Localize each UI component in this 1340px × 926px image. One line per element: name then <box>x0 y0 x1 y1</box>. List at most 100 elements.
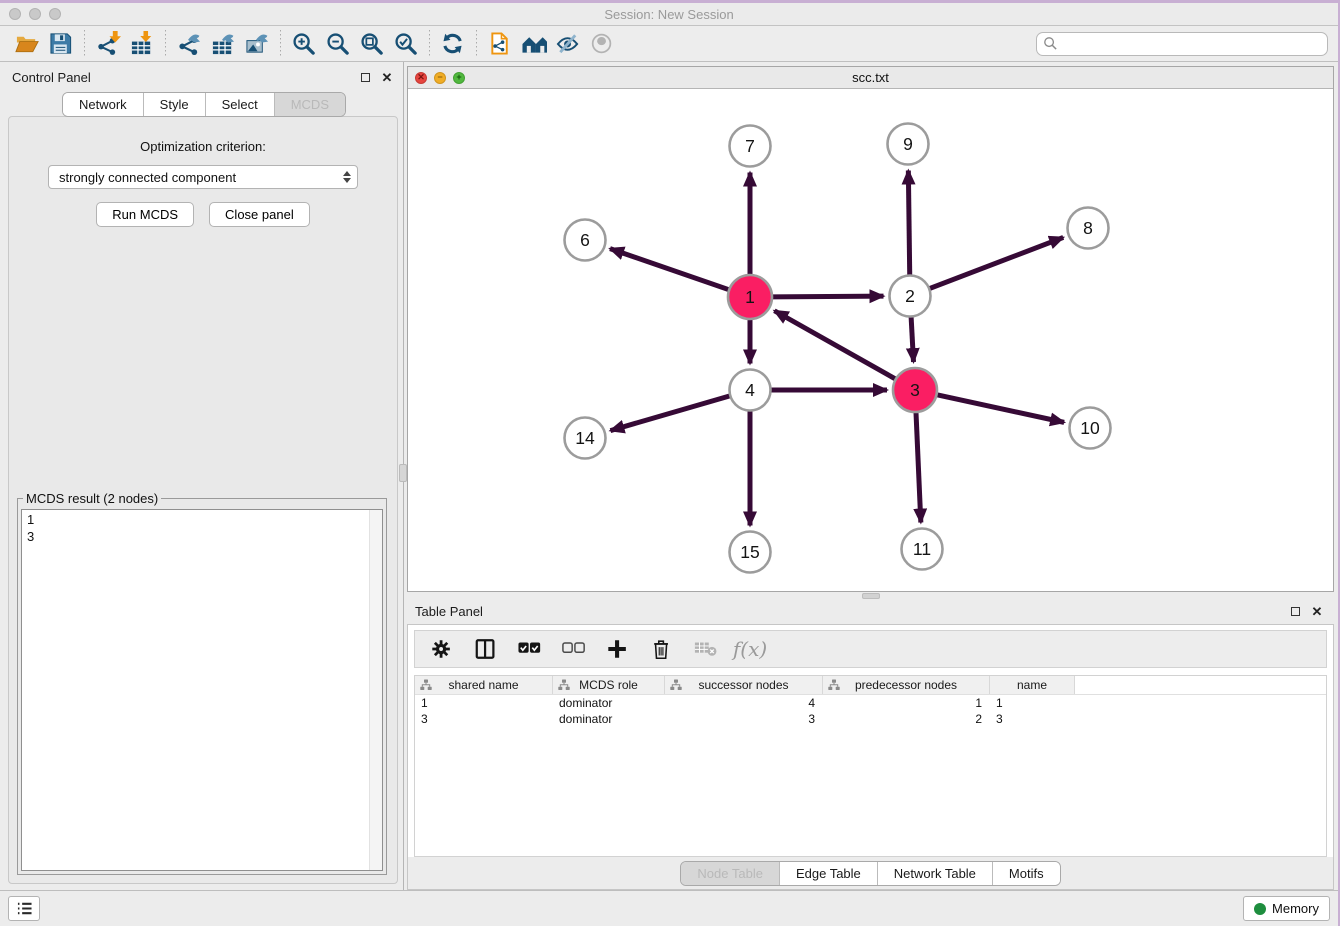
apply-layout-refresh-button[interactable] <box>436 29 470 59</box>
zoom-in-icon <box>292 31 317 56</box>
tab-mcds[interactable]: MCDS <box>274 93 345 116</box>
edge-2-9[interactable] <box>908 170 909 275</box>
open-session-folder-button[interactable] <box>10 29 44 59</box>
status-bar: Memory <box>0 890 1338 926</box>
tab-edge-table[interactable]: Edge Table <box>779 862 877 885</box>
window-zoom-button[interactable] <box>49 8 61 20</box>
edge-2-8[interactable] <box>929 237 1063 288</box>
window-close-button[interactable] <box>9 8 21 20</box>
zoom-fit-button[interactable] <box>355 29 389 59</box>
home-button[interactable] <box>517 29 551 59</box>
mcds-result-line: 1 <box>27 511 377 528</box>
network-document-button[interactable] <box>483 29 517 59</box>
import-table-button[interactable] <box>125 29 159 59</box>
graph-node-1[interactable]: 1 <box>728 275 772 319</box>
run-mcds-button[interactable]: Run MCDS <box>96 202 194 227</box>
column-header-MCDS-role[interactable]: MCDS role <box>553 676 665 694</box>
split-table-columns-button[interactable] <box>469 633 503 665</box>
criterion-dropdown[interactable]: strongly connected component <box>48 165 358 189</box>
table-panel-float-button[interactable] <box>1288 604 1302 618</box>
result-scrollbar[interactable] <box>369 510 382 870</box>
edge-2-3[interactable] <box>911 316 913 362</box>
table-cell[interactable]: 3 <box>415 711 553 727</box>
edge-1-2[interactable] <box>772 296 884 297</box>
import-table-icon <box>130 31 155 56</box>
mcds-result-textarea[interactable]: 13 <box>21 509 383 871</box>
network-canvas[interactable]: 7 9 6 8 1 2 4 3 14 10 15 11 <box>408 89 1333 591</box>
function-builder-button[interactable]: f(x) <box>733 633 767 665</box>
column-attribute-icon <box>670 679 682 691</box>
table-cell[interactable]: 4 <box>665 695 823 711</box>
tab-motifs[interactable]: Motifs <box>992 862 1060 885</box>
table-settings-gear-button[interactable] <box>425 633 459 665</box>
memory-button[interactable]: Memory <box>1243 896 1330 921</box>
graph-node-9[interactable]: 9 <box>888 124 929 165</box>
edge-3-10[interactable] <box>936 395 1064 423</box>
window-minimize-button[interactable] <box>29 8 41 20</box>
panel-splitter-handle[interactable] <box>399 464 407 482</box>
edge-3-1[interactable] <box>774 311 895 379</box>
horizontal-splitter[interactable] <box>407 592 1334 600</box>
column-header-predecessor-nodes[interactable]: predecessor nodes <box>823 676 990 694</box>
table-cell[interactable]: dominator <box>553 695 665 711</box>
export-image-button[interactable] <box>240 29 274 59</box>
table-cell[interactable]: 1 <box>415 695 553 711</box>
tab-style[interactable]: Style <box>143 93 205 116</box>
table-cell[interactable]: 1 <box>990 695 1075 711</box>
tab-network-table[interactable]: Network Table <box>877 862 992 885</box>
import-network-button[interactable] <box>91 29 125 59</box>
visibility-button[interactable] <box>585 29 619 59</box>
open-session-folder-icon <box>15 31 40 56</box>
export-network-button[interactable] <box>172 29 206 59</box>
table-cell[interactable]: 3 <box>665 711 823 727</box>
table-cell[interactable]: dominator <box>553 711 665 727</box>
export-table-button[interactable] <box>206 29 240 59</box>
table-panel-close-button[interactable]: ✕ <box>1310 604 1324 618</box>
add-column-button[interactable] <box>601 633 635 665</box>
graph-node-11[interactable]: 11 <box>902 529 943 570</box>
tab-network[interactable]: Network <box>63 93 143 116</box>
graph-node-15[interactable]: 15 <box>730 532 771 573</box>
control-panel-float-button[interactable] <box>358 70 372 84</box>
zoom-out-button[interactable] <box>321 29 355 59</box>
graph-node-7[interactable]: 7 <box>730 126 771 167</box>
table-cell[interactable]: 3 <box>990 711 1075 727</box>
zoom-in-button[interactable] <box>287 29 321 59</box>
table-row[interactable]: 3dominator323 <box>415 711 1326 727</box>
table-cell[interactable]: 1 <box>823 695 990 711</box>
zoom-selected-button[interactable] <box>389 29 423 59</box>
hide-visibility-button[interactable] <box>551 29 585 59</box>
task-history-button[interactable] <box>8 896 40 921</box>
list-icon <box>15 901 34 916</box>
select-all-checkboxes-button[interactable] <box>513 633 547 665</box>
delete-column-button[interactable] <box>645 633 679 665</box>
save-session-button[interactable] <box>44 29 78 59</box>
close-panel-button[interactable]: Close panel <box>209 202 310 227</box>
tab-select[interactable]: Select <box>205 93 274 116</box>
graph-node-10[interactable]: 10 <box>1070 408 1111 449</box>
tab-node-table[interactable]: Node Table <box>681 862 779 885</box>
column-header-shared-name[interactable]: shared name <box>415 676 553 694</box>
horizontal-splitter-handle[interactable] <box>862 593 880 599</box>
delete-table-icon <box>694 637 718 661</box>
search-input[interactable] <box>1036 32 1328 56</box>
delete-table-button[interactable] <box>689 633 723 665</box>
table-cell[interactable]: 2 <box>823 711 990 727</box>
graph-node-6[interactable]: 6 <box>565 220 606 261</box>
delete-column-icon <box>650 637 674 661</box>
graph-node-3[interactable]: 3 <box>893 368 937 412</box>
home-icon <box>522 31 547 56</box>
split-table-columns-icon <box>474 637 498 661</box>
graph-node-2[interactable]: 2 <box>890 276 931 317</box>
table-row[interactable]: 1dominator411 <box>415 695 1326 711</box>
control-panel-close-button[interactable]: ✕ <box>380 70 394 84</box>
edge-1-6[interactable] <box>610 249 729 290</box>
graph-node-14[interactable]: 14 <box>565 418 606 459</box>
graph-node-8[interactable]: 8 <box>1068 208 1109 249</box>
edge-4-14[interactable] <box>610 396 730 431</box>
deselect-all-checkboxes-button[interactable] <box>557 633 591 665</box>
edge-3-11[interactable] <box>916 412 921 523</box>
column-header-successor-nodes[interactable]: successor nodes <box>665 676 823 694</box>
graph-node-4[interactable]: 4 <box>730 370 771 411</box>
column-header-name[interactable]: name <box>990 676 1075 694</box>
